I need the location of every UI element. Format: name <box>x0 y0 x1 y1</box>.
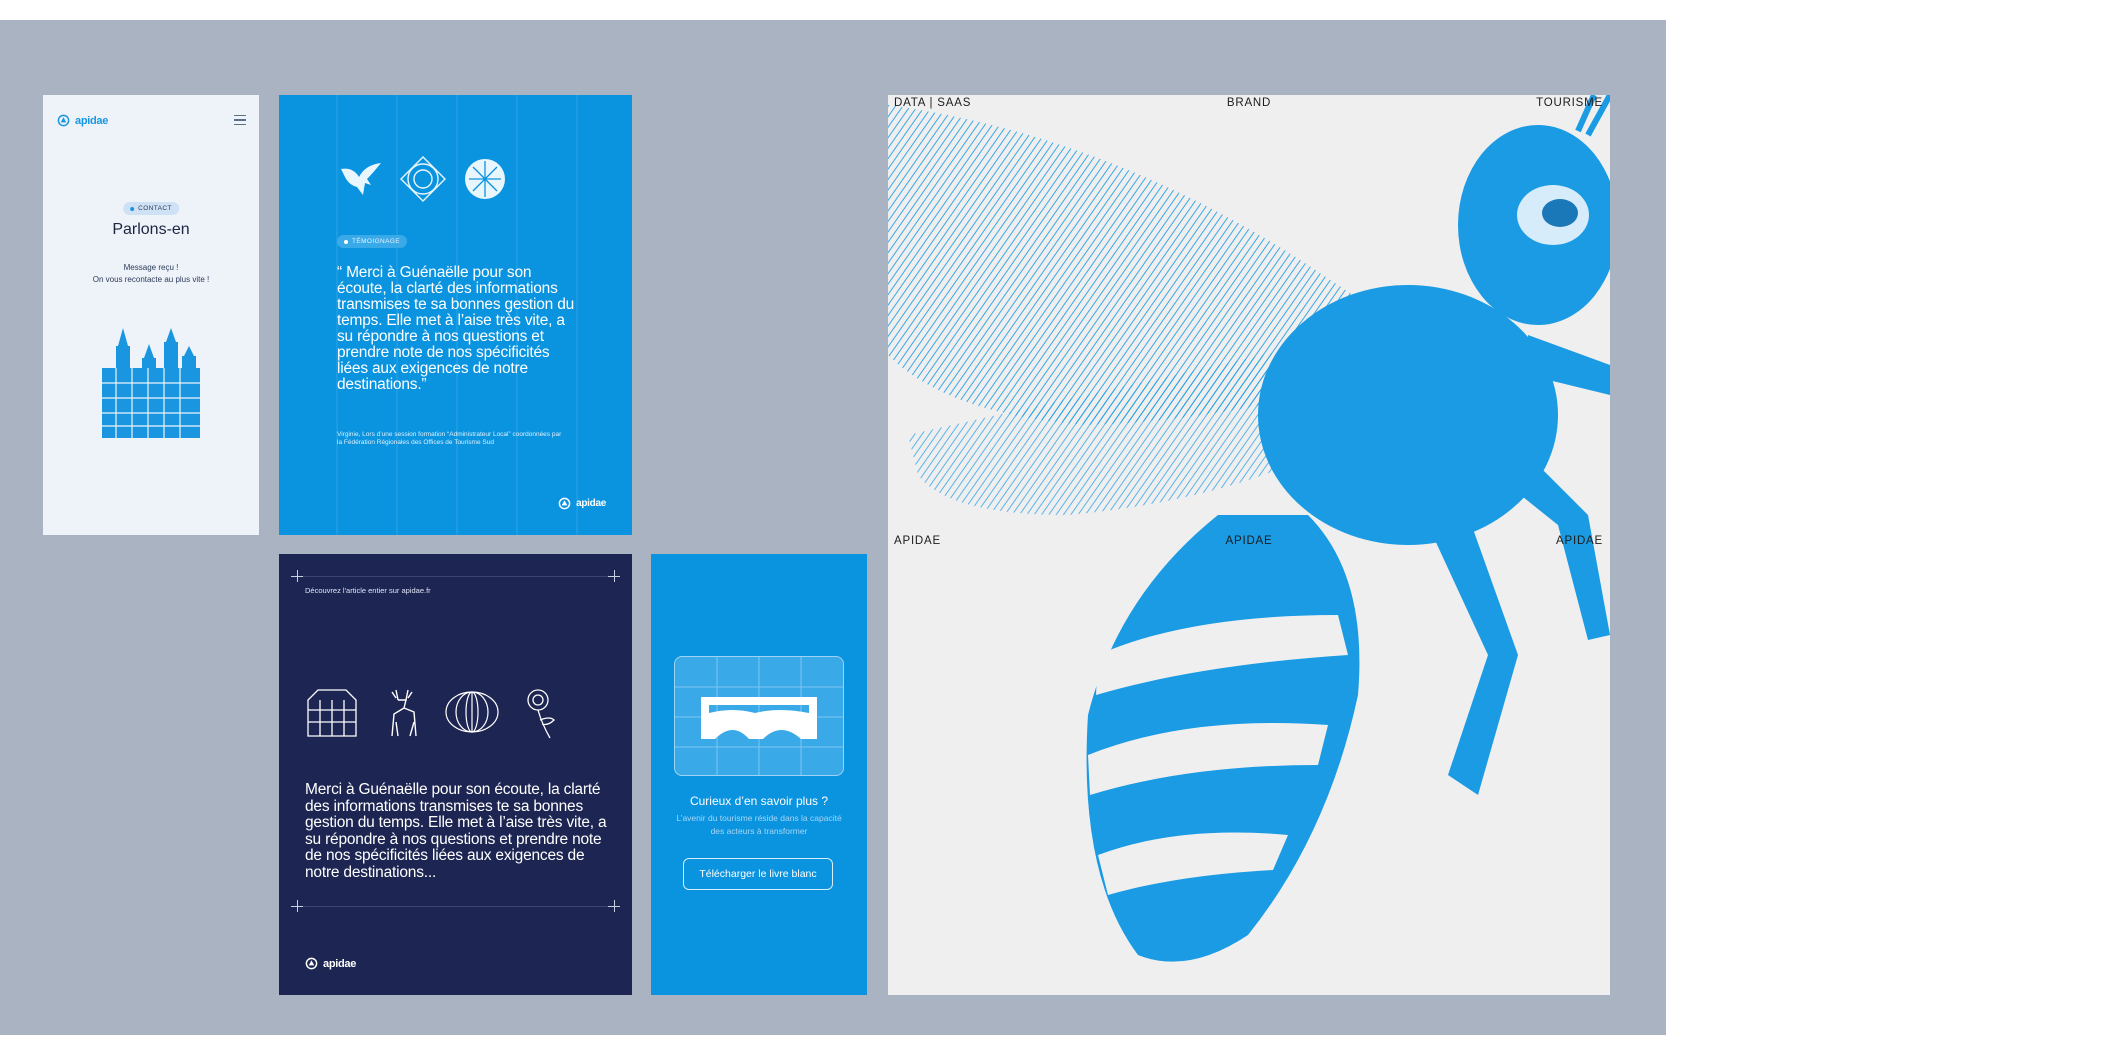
crosshair-icon <box>291 900 303 912</box>
crosshair-icon <box>608 900 620 912</box>
poster-label-mid-right: APIDAE <box>1556 535 1603 547</box>
hamburger-menu-icon[interactable] <box>234 115 246 125</box>
logo-text: apidae <box>576 498 606 509</box>
castle-illustration-icon <box>102 328 200 438</box>
confirmation-message: Message reçu ! On vous recontacte au plu… <box>43 262 259 286</box>
poster-label-top-center: BRAND <box>1226 97 1272 109</box>
coral-icon <box>465 159 505 199</box>
contact-pill: CONTACT <box>123 202 179 215</box>
logo-text: apidae <box>323 957 357 970</box>
crosshair-icon <box>291 570 303 582</box>
deer-icon <box>391 689 417 737</box>
flower-icon <box>527 689 555 739</box>
article-card: Découvrez l'article entier sur apidae.fr <box>279 554 632 995</box>
apidae-logo-icon <box>558 497 571 510</box>
poster-label-top-left: DATA | SAAS <box>894 97 972 109</box>
cta-description: L’avenir du tourisme réside dans la capa… <box>676 813 842 836</box>
crosshair-icon <box>608 570 620 582</box>
apidae-logo-icon <box>305 957 318 970</box>
download-whitepaper-button[interactable]: Télécharger le livre blanc <box>683 858 833 890</box>
article-icons <box>304 684 570 740</box>
poster-label-top-right: TOURISME <box>1536 97 1603 109</box>
apidae-logo-icon <box>57 114 70 127</box>
article-link-text[interactable]: Découvrez l'article entier sur apidae.fr <box>305 586 431 595</box>
building-icon <box>307 689 357 737</box>
contact-title: Parlons-en <box>112 221 190 238</box>
logo-text: apidae <box>75 114 109 127</box>
ornament-icon <box>400 156 446 202</box>
apidae-logo[interactable]: apidae <box>57 114 108 127</box>
divider-top <box>297 576 614 577</box>
bridge-illustration-frame <box>674 656 844 776</box>
cta-card: Curieux d’en savoir plus ? L’avenir du t… <box>651 554 867 995</box>
testimonial-icons <box>337 155 509 203</box>
contact-card: apidae CONTACT Parlons-en Message reçu !… <box>43 95 259 535</box>
globe-icon <box>445 691 499 733</box>
apidae-logo[interactable]: apidae <box>305 957 356 970</box>
message-line-1: Message reçu ! <box>123 263 179 272</box>
pill-label: CONTACT <box>138 205 172 212</box>
testimonial-source: Virginie, Lors d’une session formation “… <box>337 431 562 446</box>
message-line-2: On vous recontacte au plus vite ! <box>92 275 210 284</box>
testimonial-card: TÉMOIGNAGE “ Merci à Guénaëlle pour son … <box>279 95 632 535</box>
divider-bottom <box>297 906 614 907</box>
pill-label: TÉMOIGNAGE <box>352 238 401 245</box>
article-excerpt: Merci à Guénaëlle pour son écoute, la cl… <box>305 781 607 881</box>
eagle-icon <box>341 163 381 195</box>
pill-dot <box>344 239 348 244</box>
poster-label-mid-left: APIDAE <box>894 535 941 547</box>
testimonial-quote: “ Merci à Guénaëlle pour son écoute, la … <box>337 264 575 393</box>
testimonial-pill: TÉMOIGNAGE <box>337 235 408 248</box>
bee-poster: DATA | SAAS BRAND TOURISME APIDAE APIDAE… <box>888 95 1610 995</box>
pill-dot <box>130 206 135 211</box>
bridge-illustration-icon <box>675 657 843 775</box>
apidae-logo[interactable]: apidae <box>558 497 606 510</box>
poster-label-mid-center: APIDAE <box>1225 535 1273 547</box>
mockup-canvas: apidae CONTACT Parlons-en Message reçu !… <box>0 20 1666 1035</box>
cta-title: Curieux d’en savoir plus ? <box>689 794 829 808</box>
